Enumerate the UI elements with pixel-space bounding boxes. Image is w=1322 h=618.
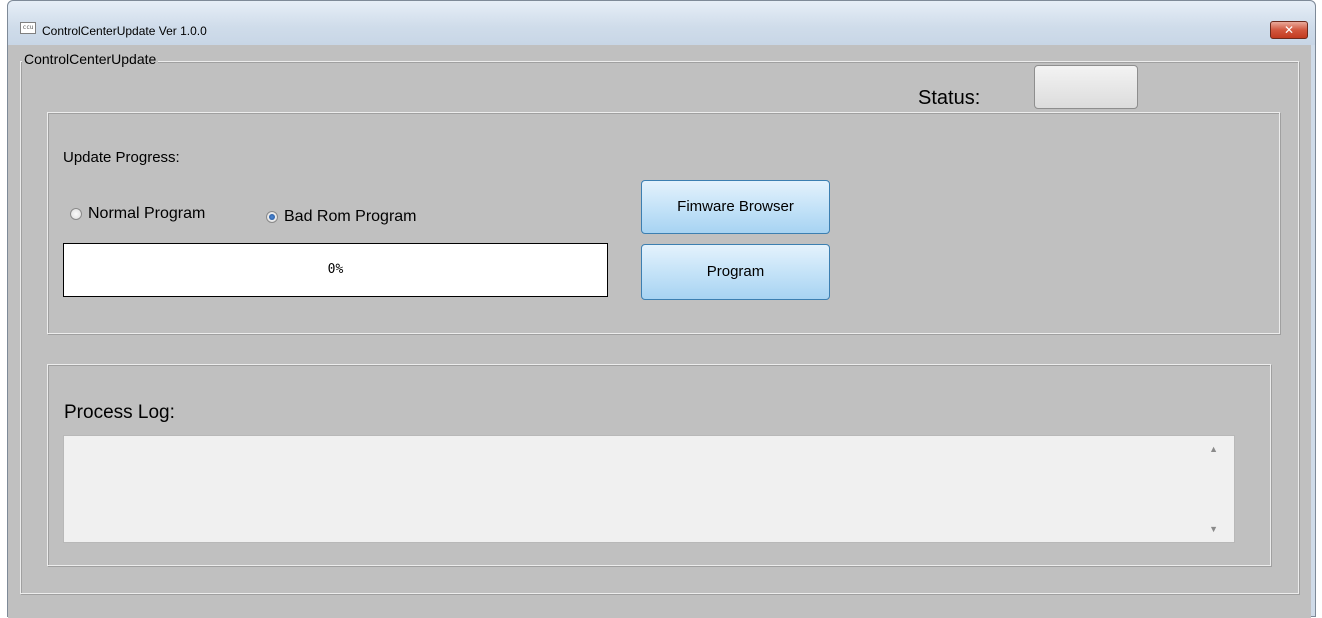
main-group-label: ControlCenterUpdate [22,51,159,67]
bad-rom-program-radio[interactable]: Bad Rom Program [266,208,417,226]
window-title: ControlCenterUpdate Ver 1.0.0 [42,24,207,38]
normal-program-radio[interactable]: Normal Program [70,205,205,223]
scroll-down-arrow-icon[interactable]: ▼ [1209,524,1218,534]
normal-program-label: Normal Program [88,205,206,222]
close-icon: ✕ [1283,23,1295,37]
title-bar[interactable]: ccu ControlCenterUpdate Ver 1.0.0 ✕ [8,1,1315,45]
client-area: ControlCenterUpdate Status: Update Progr… [8,45,1311,618]
firmware-browser-button[interactable]: Fimware Browser [641,180,830,234]
status-label: Status: [918,87,981,109]
update-progress-label: Update Progress: [63,149,180,166]
radio-checked-icon [266,211,278,223]
scroll-up-arrow-icon[interactable]: ▲ [1209,444,1218,454]
process-log-textarea[interactable]: ▲ ▼ [63,435,1235,543]
radio-unchecked-icon [70,208,82,220]
update-progress-bar: 0% [63,243,608,297]
program-button[interactable]: Program [641,244,830,300]
bad-rom-program-label: Bad Rom Program [284,208,417,225]
process-log-label: Process Log: [64,402,175,423]
progress-percent-text: 0% [327,262,344,277]
close-button[interactable]: ✕ [1270,21,1308,39]
app-window: ccu ControlCenterUpdate Ver 1.0.0 ✕ Cont… [7,0,1316,618]
status-indicator [1034,65,1138,109]
app-icon: ccu [20,22,36,34]
